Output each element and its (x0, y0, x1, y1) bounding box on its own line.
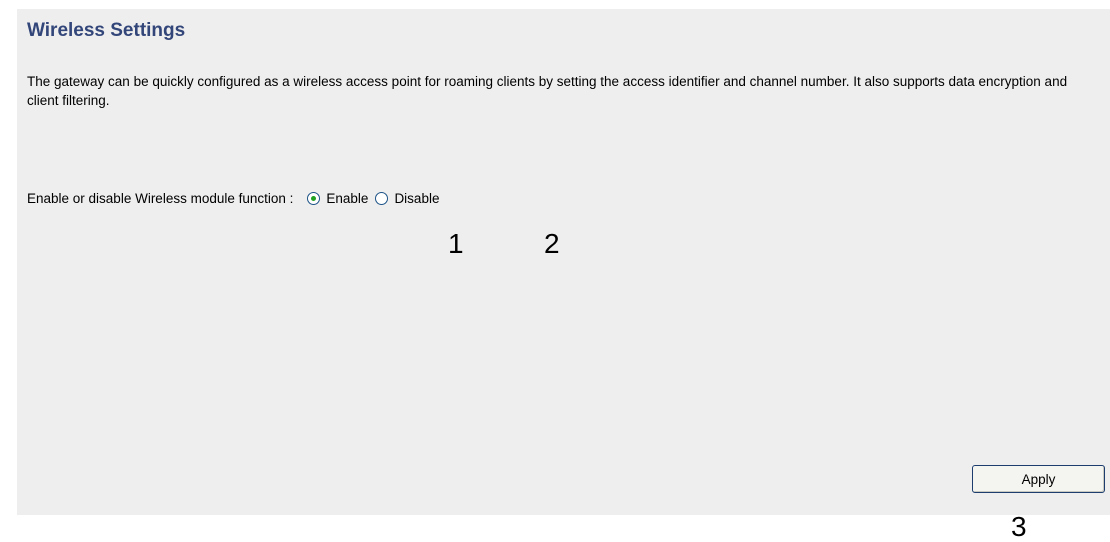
settings-panel: Wireless Settings The gateway can be qui… (17, 9, 1110, 515)
disable-radio[interactable] (375, 191, 389, 205)
callout-number-2: 2 (544, 228, 560, 259)
enable-option[interactable]: Enable (307, 191, 368, 206)
callout-number-1: 1 (448, 228, 464, 259)
disable-option[interactable]: Disable (375, 191, 439, 206)
wireless-module-setting: Enable or disable Wireless module functi… (27, 188, 439, 208)
enable-label[interactable]: Enable (326, 191, 368, 206)
apply-button[interactable]: Apply (972, 465, 1105, 493)
page-description: The gateway can be quickly configured as… (27, 74, 1068, 108)
page-title: Wireless Settings (27, 20, 186, 41)
wireless-module-label: Enable or disable Wireless module functi… (27, 190, 294, 206)
disable-label[interactable]: Disable (394, 191, 439, 206)
enable-radio[interactable] (307, 191, 321, 205)
callout-number-3: 3 (1011, 511, 1027, 542)
